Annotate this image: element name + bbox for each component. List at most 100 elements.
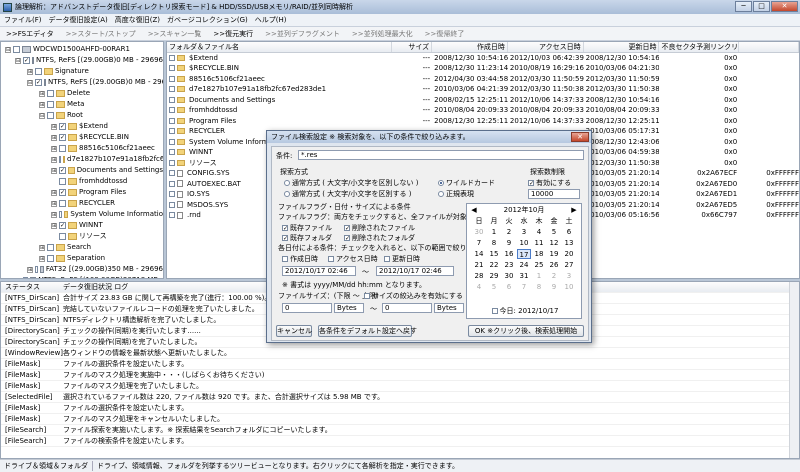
drive-tree[interactable]: ⊟ WDCWD1500AHFD-00RAR1 ⊟ ✓ NTFS, ReFS [(29.0…	[0, 41, 164, 279]
tree-node[interactable]: ⊟ ✓ NTFS, ReFS [(29.00GB)0 MB - 29696	[1, 77, 163, 88]
expand-icon[interactable]: ⊞	[51, 123, 57, 130]
col-name-header[interactable]: フォルダ＆ファイル名	[167, 42, 393, 52]
calendar-day[interactable]: 31	[517, 271, 531, 281]
menu-recovery-settings[interactable]: データ復旧設定(A)	[49, 15, 108, 25]
col-updated-header[interactable]: 更新日時	[584, 42, 660, 52]
tree-checkbox[interactable]: ✓	[59, 189, 66, 196]
toolbar-button-1[interactable]: >>スタート/ストップ	[66, 29, 136, 39]
calendar-day[interactable]: 25	[532, 260, 546, 270]
size-unit-to-select[interactable]: Bytes	[434, 303, 464, 313]
calendar-day[interactable]: 20	[562, 249, 576, 259]
table-row[interactable]: $Extend --- 2008/12/30 10:54:16 2012/10/03 …	[167, 53, 799, 64]
tree-checkbox[interactable]	[23, 277, 29, 278]
tree-checkbox[interactable]	[59, 211, 63, 218]
calendar-day[interactable]: 11	[532, 238, 546, 248]
calendar-day[interactable]: 21	[472, 260, 486, 270]
calendar-day[interactable]: 19	[547, 249, 561, 259]
toolbar-button-4[interactable]: >>並列デフラグメント	[265, 29, 340, 39]
dialog-close-button[interactable]: ✕	[571, 132, 589, 142]
calendar-day[interactable]: 14	[472, 249, 486, 259]
created-date-checkbox[interactable]: 作成日時	[282, 254, 318, 264]
tree-node[interactable]: ⊞ RECYCLER	[1, 198, 163, 209]
calendar-day[interactable]: 8	[532, 282, 546, 292]
calendar-today[interactable]: 今日: 2012/10/17	[467, 306, 583, 316]
row-checkbox[interactable]	[169, 191, 175, 197]
tree-checkbox[interactable]: ✓	[23, 57, 30, 64]
toolbar-button-3[interactable]: >>復元実行	[213, 29, 253, 39]
wildcard-radio[interactable]: ワイルドカード	[438, 178, 495, 188]
calendar-day[interactable]: 8	[487, 238, 501, 248]
menu-advanced-recovery[interactable]: 高度な復旧(Z)	[115, 15, 160, 25]
calendar-day[interactable]: 27	[562, 260, 576, 270]
tree-node[interactable]: ⊞ 88516c5106cf21aeec	[1, 143, 163, 154]
tree-checkbox[interactable]	[47, 112, 54, 119]
row-checkbox[interactable]	[169, 138, 175, 145]
col-extra-header[interactable]	[739, 42, 799, 52]
row-checkbox[interactable]	[169, 96, 175, 103]
tree-node[interactable]: ⊞ FAT32 [(29.00GB)350 MB - 29696	[1, 264, 163, 275]
limit-enable-checkbox[interactable]: ✓ 有効にする	[528, 178, 571, 188]
tree-node[interactable]: ⊞ ✓ $Extend	[1, 121, 163, 132]
size-enable-checkbox[interactable]: サイズの絞込みを有効にする	[364, 291, 463, 301]
toolbar-button-2[interactable]: >>スキャン一覧	[148, 29, 202, 39]
table-row[interactable]: Program Files --- 2008/12/30 12:25:11 2012/…	[167, 116, 799, 127]
toolbar-button-0[interactable]: >>FSエディタ	[6, 29, 54, 39]
expand-icon[interactable]: ⊞	[51, 156, 57, 163]
tree-node[interactable]: ⊞ ✓ $RECYCLE.BIN	[1, 132, 163, 143]
tree-checkbox[interactable]	[35, 68, 42, 75]
expand-icon[interactable]: ⊞	[51, 145, 57, 152]
col-badsector-header[interactable]: 不良セクタ予測リンクリスト	[659, 42, 740, 52]
method-case-radio[interactable]: 通常方式 ( 大文字/小文字を区別する )	[284, 189, 412, 199]
calendar-day[interactable]: 5	[547, 227, 561, 237]
calendar-day[interactable]: 10	[562, 282, 576, 292]
reset-default-button[interactable]: 各条件をデフォルト設定へ戻す	[318, 325, 417, 337]
update-date-checkbox[interactable]: 更新日時	[384, 254, 420, 264]
calendar-prev-button[interactable]: ◀	[469, 204, 479, 216]
tree-checkbox[interactable]	[35, 266, 39, 273]
menu-help[interactable]: ヘルプ(H)	[255, 15, 287, 25]
calendar-day[interactable]: 1	[532, 271, 546, 281]
tree-node[interactable]: ⊞ ✓ WINNT	[1, 220, 163, 231]
size-unit-from-select[interactable]: Bytes	[334, 303, 364, 313]
calendar-day[interactable]: 10	[517, 238, 531, 248]
calendar-day[interactable]: 22	[487, 260, 501, 270]
tree-node[interactable]: ⊞ Signature	[1, 66, 163, 77]
exist-folder-checkbox[interactable]: ✓ 既存フォルダ	[282, 233, 332, 243]
expand-icon[interactable]: ⊞	[39, 101, 45, 108]
calendar-day[interactable]: 28	[472, 271, 486, 281]
date-to-input[interactable]: 2012/10/17 02:46	[376, 266, 454, 276]
tree-checkbox[interactable]	[47, 101, 54, 108]
exist-file-checkbox[interactable]: ✓ 既存ファイル	[282, 223, 332, 233]
close-button[interactable]: ✕	[771, 1, 798, 12]
size-to-input[interactable]: 0	[382, 303, 432, 313]
col-created-header[interactable]: 作成日時	[432, 42, 508, 52]
maximize-button[interactable]: □	[753, 1, 770, 12]
access-date-checkbox[interactable]: アクセス日時	[328, 254, 378, 264]
expand-icon[interactable]: ⊞	[51, 200, 57, 207]
row-checkbox[interactable]	[169, 212, 175, 218]
calendar-day[interactable]: 18	[532, 249, 546, 259]
log-scrollbar[interactable]	[789, 282, 799, 458]
row-checkbox[interactable]	[169, 117, 175, 124]
tree-checkbox[interactable]: ✓	[59, 222, 66, 229]
calendar-day[interactable]: 13	[562, 238, 576, 248]
calendar-day[interactable]: 3	[562, 271, 576, 281]
table-row[interactable]: $RECYCLE.BIN --- 2008/12/30 11:23:14 2010/0…	[167, 63, 799, 74]
tree-node[interactable]: ⊟ Root	[1, 110, 163, 121]
minimize-button[interactable]: ─	[735, 1, 752, 12]
tree-node[interactable]: ⊟ WDCWD1500AHFD-00RAR1	[1, 44, 163, 55]
table-row[interactable]: fromhddtossd --- 2010/08/04 20:09:33 2010/0…	[167, 105, 799, 116]
calendar-day[interactable]: 17	[517, 249, 531, 259]
row-checkbox[interactable]	[169, 128, 175, 134]
calendar-day[interactable]: 9	[547, 282, 561, 292]
table-row[interactable]: d7e1827b107e91a18fb2fc67ed283de1 --- 2010/…	[167, 84, 799, 95]
calendar-day[interactable]: 23	[502, 260, 516, 270]
row-checkbox[interactable]	[169, 180, 175, 187]
row-checkbox[interactable]	[169, 149, 175, 155]
calendar-day[interactable]: 4	[472, 282, 486, 292]
tree-node[interactable]: ⊞ Meta	[1, 99, 163, 110]
size-from-input[interactable]: 0	[282, 303, 332, 313]
row-checkbox[interactable]	[169, 86, 175, 92]
row-checkbox[interactable]	[169, 54, 175, 61]
tree-checkbox[interactable]	[47, 244, 54, 251]
